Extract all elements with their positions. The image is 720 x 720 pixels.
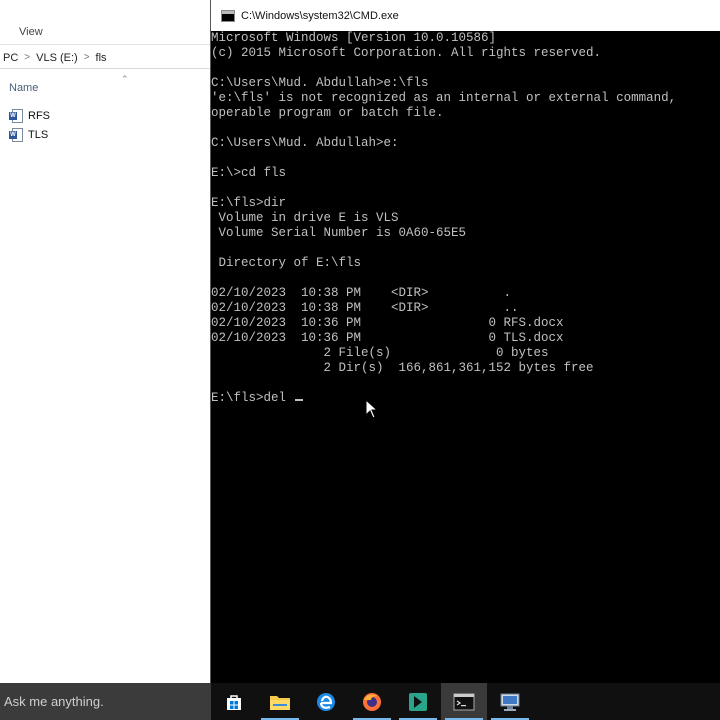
file-explorer-icon[interactable] — [257, 683, 303, 720]
console-line: E:\>cd fls — [211, 166, 287, 180]
command-prompt-taskbar-button[interactable] — [441, 683, 487, 720]
breadcrumb-item[interactable]: VLS (E:) — [36, 52, 78, 64]
command-prompt-icon — [221, 9, 235, 22]
store-icon[interactable] — [211, 683, 257, 720]
console-line: 2 Dir(s) 166,861,361,152 bytes free — [211, 361, 594, 375]
column-header: ⌃ Name — [0, 72, 211, 102]
list-item[interactable]: W RFS — [9, 107, 50, 125]
prompt-text: E:\fls>del — [211, 391, 294, 405]
ribbon-tab-view[interactable]: View — [19, 26, 43, 38]
word-doc-icon: W — [9, 109, 23, 123]
list-item[interactable]: W TLS — [9, 126, 48, 144]
console-line: 'e:\fls' is not recognized as an interna… — [211, 91, 677, 105]
column-name-header[interactable]: Name — [9, 82, 38, 94]
word-doc-icon: W — [9, 128, 23, 142]
taskbar: Ask me anything. — [0, 683, 720, 720]
ribbon-divider — [0, 44, 211, 45]
app-icon[interactable] — [395, 683, 441, 720]
console-line: 02/10/2023 10:36 PM 0 RFS.docx — [211, 316, 564, 330]
console-line: Volume Serial Number is 0A60-65E5 — [211, 226, 467, 240]
console-line: 02/10/2023 10:36 PM 0 TLS.docx — [211, 331, 564, 345]
console-line: E:\fls>dir — [211, 196, 287, 210]
console-line: operable program or batch file. — [211, 106, 444, 120]
breadcrumb[interactable]: PC > VLS (E:) > fls — [0, 47, 211, 69]
search-box[interactable]: Ask me anything. — [0, 683, 211, 720]
command-prompt-window[interactable]: C:\Windows\system32\CMD.exe Microsoft Wi… — [210, 0, 720, 683]
breadcrumb-item[interactable]: fls — [96, 52, 107, 64]
console-line: 02/10/2023 10:38 PM <DIR> .. — [211, 301, 519, 315]
text-cursor — [294, 399, 303, 401]
command-prompt-icon — [453, 693, 475, 710]
console-line: Volume in drive E is VLS — [211, 211, 399, 225]
chevron-right-icon: > — [24, 52, 31, 63]
console-line: 02/10/2023 10:38 PM <DIR> . — [211, 286, 512, 300]
console-line: Directory of E:\fls — [211, 256, 362, 270]
sort-ascending-icon: ⌃ — [121, 74, 129, 84]
edge-icon[interactable] — [303, 683, 349, 720]
remote-desktop-icon[interactable] — [487, 683, 533, 720]
file-name: RFS — [28, 110, 50, 122]
file-explorer-window: View PC > VLS (E:) > fls ⌃ Name W RFS W … — [0, 0, 211, 683]
console-line: Microsoft Windows [Version 10.0.10586] — [211, 31, 497, 45]
console-line: 2 File(s) 0 bytes — [211, 346, 549, 360]
chevron-right-icon: > — [83, 52, 90, 63]
breadcrumb-item[interactable]: PC — [3, 52, 18, 64]
console-line: C:\Users\Mud. Abdullah>e: — [211, 136, 399, 150]
mouse-pointer-icon — [365, 399, 379, 419]
window-title: C:\Windows\system32\CMD.exe — [241, 9, 399, 22]
console-line: (c) 2015 Microsoft Corporation. All righ… — [211, 46, 602, 60]
console-line: C:\Users\Mud. Abdullah>e:\fls — [211, 76, 429, 90]
console-prompt[interactable]: E:\fls>del — [211, 391, 720, 406]
title-bar[interactable]: C:\Windows\system32\CMD.exe — [211, 0, 720, 31]
firefox-icon[interactable] — [349, 683, 395, 720]
file-name: TLS — [28, 129, 49, 141]
console-output[interactable]: Microsoft Windows [Version 10.0.10586] (c… — [211, 31, 720, 683]
